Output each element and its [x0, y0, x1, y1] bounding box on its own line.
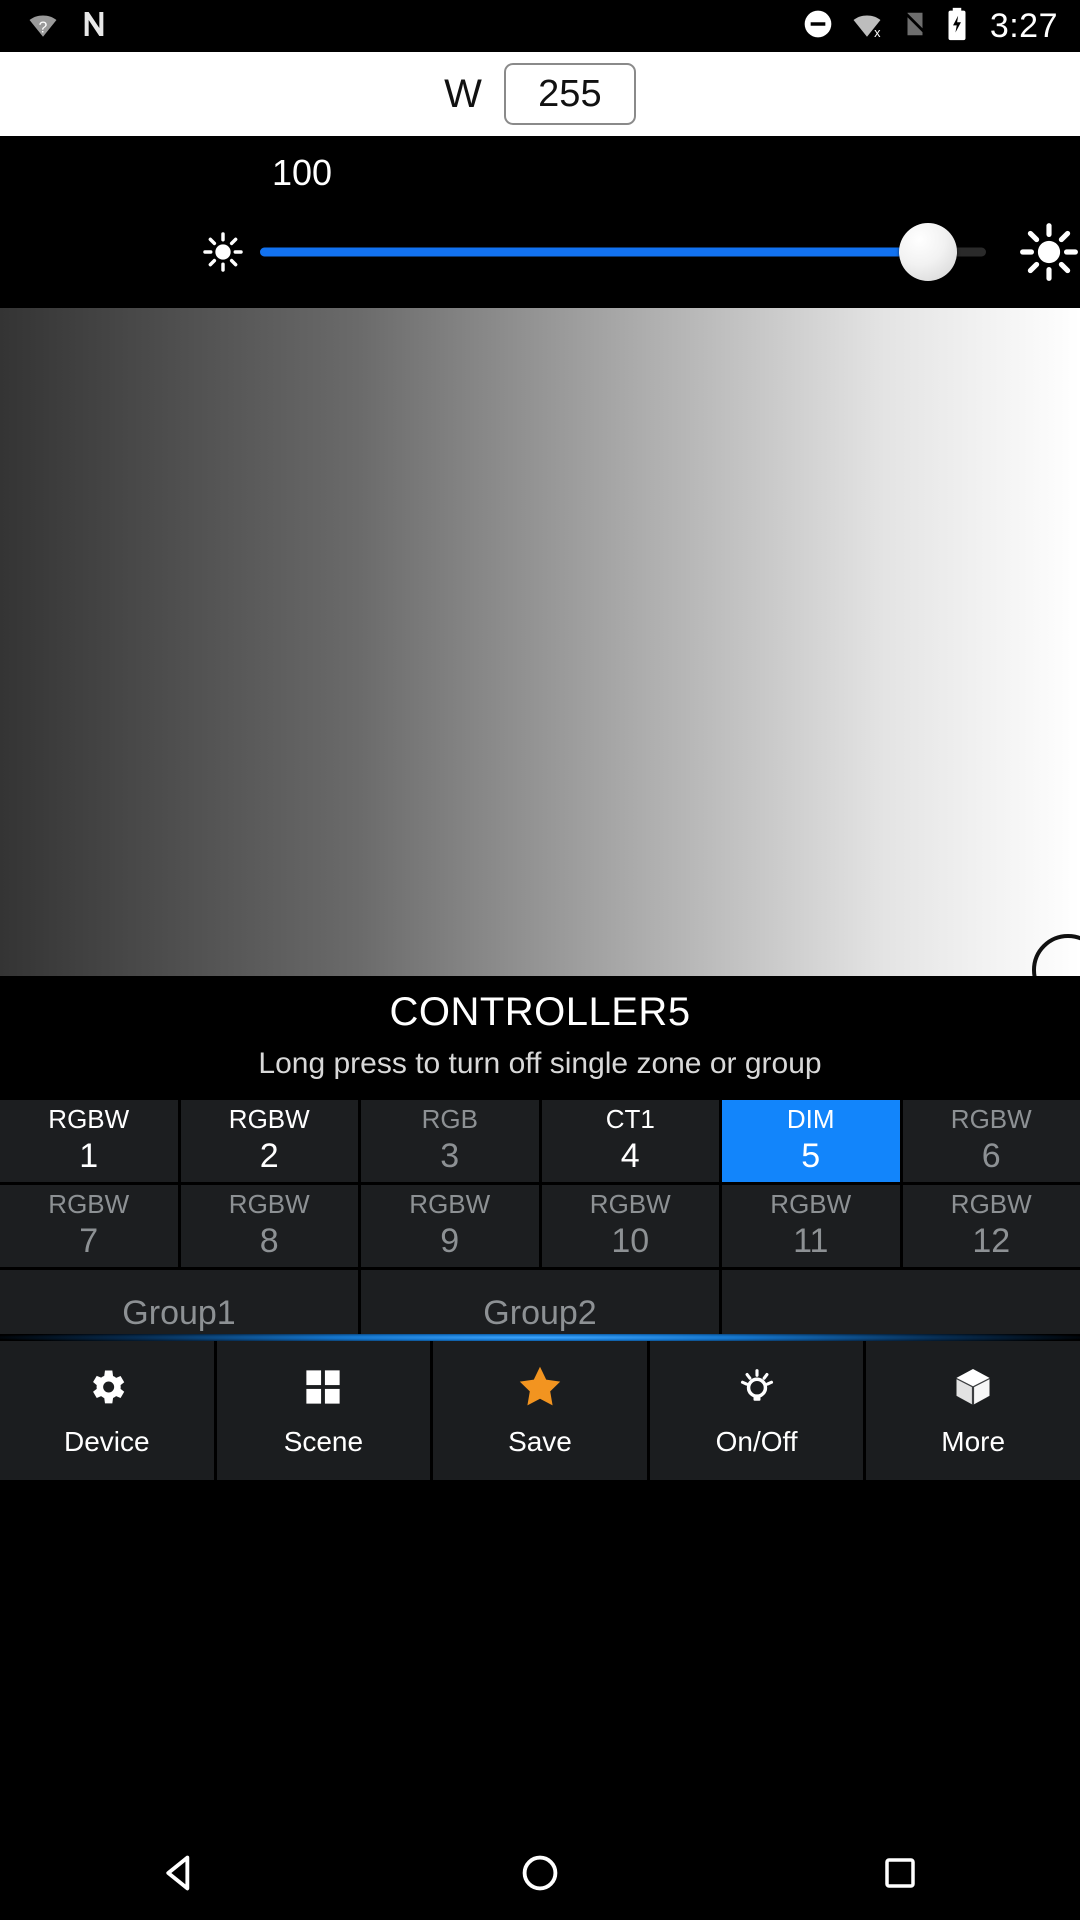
zone-type-label: DIM: [786, 1104, 835, 1135]
white-channel-input[interactable]: 255: [503, 63, 636, 125]
svg-text:?: ?: [39, 19, 48, 36]
zone-button-9[interactable]: RGBW 9: [361, 1185, 539, 1267]
star-icon: [516, 1364, 564, 1410]
zone-type-label: RGBW: [589, 1189, 671, 1220]
zone-number-label: 12: [972, 1221, 1011, 1260]
status-bar: ? x 3:27: [0, 0, 1080, 52]
svg-text:x: x: [874, 24, 881, 39]
zone-button-2[interactable]: RGBW 2: [180, 1100, 358, 1182]
tab-label: Device: [64, 1425, 150, 1457]
zone-type-label: RGB: [421, 1104, 478, 1135]
tab-label: On/Off: [715, 1425, 798, 1457]
slider-thumb[interactable]: [898, 223, 957, 281]
zone-number-label: 2: [259, 1136, 279, 1175]
wifi-question-icon: ?: [26, 7, 60, 46]
tab-more[interactable]: More: [866, 1341, 1080, 1480]
lightbulb-icon: [735, 1364, 779, 1410]
status-bar-left-icons: ?: [26, 0, 110, 52]
tab-save[interactable]: Save: [433, 1341, 647, 1480]
status-bar-clock: 3:27: [989, 7, 1058, 45]
white-channel-label: W: [444, 71, 482, 116]
zone-button-4[interactable]: CT1 4: [541, 1100, 719, 1182]
zone-number-label: 7: [79, 1221, 99, 1260]
accent-divider: [0, 1334, 1080, 1341]
do-not-disturb-icon: [802, 8, 834, 45]
battery-charging-icon: [946, 7, 968, 46]
controller-title: CONTROLLER5: [389, 990, 691, 1034]
zone-button-5[interactable]: DIM 5: [722, 1100, 900, 1182]
zone-button-11[interactable]: RGBW 11: [722, 1185, 900, 1267]
grid-squares-icon: [302, 1364, 344, 1410]
brightness-panel: 100: [0, 136, 1080, 308]
back-triangle-icon[interactable]: [120, 1825, 240, 1920]
white-gradient-picker[interactable]: [0, 308, 1080, 1006]
cube-icon: [951, 1364, 995, 1410]
zone-number-label: 10: [611, 1221, 650, 1260]
status-bar-right-icons: x 3:27: [802, 0, 1058, 52]
zone-type-label: RGBW: [770, 1189, 852, 1220]
tab-scene[interactable]: Scene: [216, 1341, 431, 1480]
controller-subtitle: Long press to turn off single zone or gr…: [258, 1047, 822, 1080]
zone-number-label: 9: [440, 1221, 460, 1260]
wifi-off-icon: x: [850, 7, 884, 46]
zone-row: RGBW 1 RGBW 2 RGB 3 CT1 4 DIM 5 RGBW 6: [0, 1100, 1080, 1182]
brightness-value-label: 100: [272, 152, 333, 193]
zone-grid: RGBW 1 RGBW 2 RGB 3 CT1 4 DIM 5 RGBW 6 RGBW 7 RGBW 8 RG…: [0, 1100, 1080, 1356]
zone-button-3[interactable]: RGB 3: [361, 1100, 539, 1182]
zone-type-label: RGBW: [409, 1189, 491, 1220]
zone-row: RGBW 7 RGBW 8 RGBW 9 RGBW 10 RGBW 11 RGBW 12: [0, 1185, 1080, 1267]
tab-label: Save: [508, 1425, 572, 1457]
tab-label: Scene: [283, 1425, 364, 1457]
nfc-icon: [78, 8, 110, 45]
zone-type-label: RGBW: [48, 1189, 130, 1220]
tab-on-off[interactable]: On/Off: [649, 1341, 864, 1480]
vibrate-off-icon: [900, 8, 930, 45]
bottom-tab-bar: Device Scene Save On/Off More: [0, 1341, 1080, 1480]
zone-type-label: RGBW: [48, 1104, 130, 1135]
zone-type-label: RGBW: [228, 1189, 310, 1220]
tab-label: More: [941, 1425, 1006, 1457]
zone-button-10[interactable]: RGBW 10: [541, 1185, 719, 1267]
tab-device[interactable]: Device: [0, 1341, 214, 1480]
zone-number-label: 5: [801, 1136, 821, 1175]
brightness-low-icon: [200, 229, 246, 275]
white-channel-bar: W 255: [0, 52, 1080, 136]
zone-button-7[interactable]: RGBW 7: [0, 1185, 178, 1267]
zone-button-6[interactable]: RGBW 6: [902, 1100, 1080, 1182]
zone-button-8[interactable]: RGBW 8: [180, 1185, 358, 1267]
gear-icon: [85, 1364, 129, 1410]
zone-type-label: RGBW: [950, 1104, 1032, 1135]
controller-header: CONTROLLER5 Long press to turn off singl…: [0, 976, 1080, 1100]
slider-track-fill: [260, 247, 928, 257]
zone-button-1[interactable]: RGBW 1: [0, 1100, 178, 1182]
brightness-high-icon: [1018, 221, 1080, 283]
home-circle-icon[interactable]: [480, 1825, 600, 1920]
zone-number-label: 1: [79, 1136, 99, 1175]
zone-type-label: RGBW: [228, 1104, 310, 1135]
brightness-slider[interactable]: [260, 214, 986, 290]
brightness-slider-row[interactable]: [0, 214, 1080, 290]
app-screen: ? x 3:27 W 255 100 CONTROLLER5 Long pres…: [0, 0, 1080, 1920]
zone-number-label: 11: [793, 1221, 829, 1260]
android-nav-bar: [0, 1825, 1080, 1920]
zone-number-label: 4: [620, 1136, 640, 1175]
zone-type-label: RGBW: [950, 1189, 1032, 1220]
zone-number-label: 3: [440, 1136, 460, 1175]
zone-number-label: 6: [981, 1136, 1001, 1175]
zone-number-label: 8: [259, 1221, 279, 1260]
zone-button-12[interactable]: RGBW 12: [902, 1185, 1080, 1267]
recents-square-icon[interactable]: [840, 1825, 960, 1920]
zone-type-label: CT1: [605, 1104, 655, 1135]
